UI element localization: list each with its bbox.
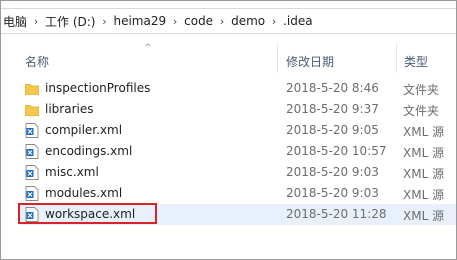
file-type: XML 源 [403, 125, 445, 139]
file-date: 2018-5-20 9:03 [286, 165, 379, 179]
breadcrumb-item[interactable]: demo [229, 14, 267, 28]
file-row[interactable]: misc.xml 2018-5-20 9:03 XML 源 [19, 162, 456, 183]
address-bar[interactable]: 电脑 › 工作 (D:) › heima29 › code › demo › .… [1, 8, 456, 34]
file-type: 文件夹 [403, 104, 440, 118]
breadcrumb-item[interactable]: .idea [281, 14, 315, 28]
file-name: libraries [45, 102, 94, 116]
file-name: misc.xml [45, 165, 99, 179]
file-row[interactable]: compiler.xml 2018-5-20 9:05 XML 源 [19, 120, 456, 141]
file-row[interactable]: encodings.xml 2018-5-20 10:57 XML 源 [19, 141, 456, 162]
breadcrumb-item[interactable]: 电脑 [1, 13, 29, 30]
file-type: XML 源 [403, 209, 445, 223]
column-header: ^ 名称 修改日期 类型 [1, 41, 456, 75]
file-explorer-window: 电脑 › 工作 (D:) › heima29 › code › demo › .… [0, 0, 457, 260]
column-divider[interactable] [396, 43, 397, 73]
folder-icon [24, 102, 40, 117]
highlight-annotation [18, 203, 157, 224]
xml-file-icon [25, 123, 39, 138]
file-type: XML 源 [403, 167, 445, 181]
file-row[interactable]: modules.xml 2018-5-20 9:03 XML 源 [19, 183, 456, 204]
breadcrumb-item[interactable]: 工作 (D:) [43, 13, 97, 30]
chevron-right-icon[interactable]: › [215, 15, 229, 28]
file-name: encodings.xml [45, 144, 133, 158]
folder-icon [24, 81, 40, 96]
breadcrumb-item[interactable]: heima29 [111, 14, 168, 28]
file-name: inspectionProfiles [45, 81, 151, 95]
column-type-header[interactable]: 类型 [404, 53, 428, 70]
file-name: compiler.xml [45, 123, 123, 137]
file-date: 2018-5-20 9:03 [286, 186, 379, 200]
xml-file-icon [25, 165, 39, 180]
chevron-right-icon[interactable]: › [168, 15, 182, 28]
file-type: 文件夹 [403, 83, 440, 97]
chevron-right-icon[interactable]: › [267, 15, 281, 28]
file-name: modules.xml [45, 186, 123, 200]
file-row[interactable]: inspectionProfiles 2018-5-20 8:46 文件夹 [19, 78, 456, 99]
sort-ascending-icon: ^ [144, 43, 152, 53]
file-date: 2018-5-20 10:57 [286, 144, 387, 158]
xml-file-icon [25, 186, 39, 201]
file-date: 2018-5-20 11:28 [286, 207, 387, 221]
file-date: 2018-5-20 9:37 [286, 102, 379, 116]
xml-file-icon [25, 144, 39, 159]
file-type: XML 源 [403, 188, 445, 202]
chevron-right-icon[interactable]: › [97, 15, 111, 28]
file-type: XML 源 [403, 146, 445, 160]
column-name-header[interactable]: 名称 [25, 53, 49, 70]
column-divider[interactable] [277, 43, 278, 73]
file-date: 2018-5-20 8:46 [286, 81, 379, 95]
file-row[interactable]: libraries 2018-5-20 9:37 文件夹 [19, 99, 456, 120]
breadcrumb-item[interactable]: code [182, 14, 215, 28]
column-date-header[interactable]: 修改日期 [286, 53, 334, 70]
chevron-right-icon[interactable]: › [29, 15, 43, 28]
file-date: 2018-5-20 9:05 [286, 123, 379, 137]
